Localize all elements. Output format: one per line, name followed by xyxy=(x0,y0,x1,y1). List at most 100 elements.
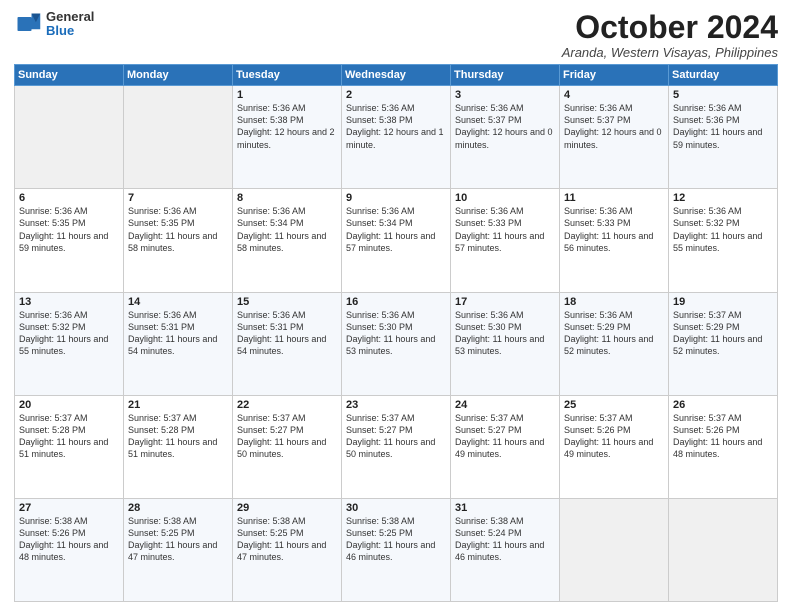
day-info: Sunrise: 5:36 AMSunset: 5:38 PMDaylight:… xyxy=(237,102,337,151)
calendar-cell: 2Sunrise: 5:36 AMSunset: 5:38 PMDaylight… xyxy=(342,86,451,189)
calendar-cell: 27Sunrise: 5:38 AMSunset: 5:26 PMDayligh… xyxy=(15,498,124,601)
day-info: Sunrise: 5:37 AMSunset: 5:27 PMDaylight:… xyxy=(237,412,337,461)
calendar-cell: 13Sunrise: 5:36 AMSunset: 5:32 PMDayligh… xyxy=(15,292,124,395)
day-number: 7 xyxy=(128,192,228,204)
calendar-cell: 26Sunrise: 5:37 AMSunset: 5:26 PMDayligh… xyxy=(669,395,778,498)
calendar-cell: 3Sunrise: 5:36 AMSunset: 5:37 PMDaylight… xyxy=(451,86,560,189)
day-info: Sunrise: 5:36 AMSunset: 5:34 PMDaylight:… xyxy=(346,205,446,254)
weekday-header: Sunday xyxy=(15,65,124,86)
calendar-cell: 18Sunrise: 5:36 AMSunset: 5:29 PMDayligh… xyxy=(560,292,669,395)
day-number: 9 xyxy=(346,192,446,204)
day-number: 18 xyxy=(564,296,664,308)
day-info: Sunrise: 5:36 AMSunset: 5:33 PMDaylight:… xyxy=(564,205,664,254)
day-info: Sunrise: 5:36 AMSunset: 5:36 PMDaylight:… xyxy=(673,102,773,151)
weekday-header: Thursday xyxy=(451,65,560,86)
day-number: 25 xyxy=(564,399,664,411)
weekday-header: Wednesday xyxy=(342,65,451,86)
day-info: Sunrise: 5:36 AMSunset: 5:34 PMDaylight:… xyxy=(237,205,337,254)
weekday-header: Saturday xyxy=(669,65,778,86)
calendar-cell: 31Sunrise: 5:38 AMSunset: 5:24 PMDayligh… xyxy=(451,498,560,601)
day-info: Sunrise: 5:36 AMSunset: 5:32 PMDaylight:… xyxy=(673,205,773,254)
calendar-cell: 10Sunrise: 5:36 AMSunset: 5:33 PMDayligh… xyxy=(451,189,560,292)
calendar-cell: 4Sunrise: 5:36 AMSunset: 5:37 PMDaylight… xyxy=(560,86,669,189)
calendar-cell: 20Sunrise: 5:37 AMSunset: 5:28 PMDayligh… xyxy=(15,395,124,498)
day-number: 3 xyxy=(455,89,555,101)
calendar-cell: 15Sunrise: 5:36 AMSunset: 5:31 PMDayligh… xyxy=(233,292,342,395)
weekday-header: Monday xyxy=(124,65,233,86)
day-info: Sunrise: 5:36 AMSunset: 5:29 PMDaylight:… xyxy=(564,309,664,358)
day-info: Sunrise: 5:37 AMSunset: 5:26 PMDaylight:… xyxy=(564,412,664,461)
calendar-cell: 23Sunrise: 5:37 AMSunset: 5:27 PMDayligh… xyxy=(342,395,451,498)
calendar-cell xyxy=(560,498,669,601)
title-block: October 2024 Aranda, Western Visayas, Ph… xyxy=(562,10,778,60)
day-number: 29 xyxy=(237,502,337,514)
calendar-cell: 25Sunrise: 5:37 AMSunset: 5:26 PMDayligh… xyxy=(560,395,669,498)
calendar-week-row: 13Sunrise: 5:36 AMSunset: 5:32 PMDayligh… xyxy=(15,292,778,395)
day-number: 23 xyxy=(346,399,446,411)
day-info: Sunrise: 5:36 AMSunset: 5:35 PMDaylight:… xyxy=(19,205,119,254)
day-number: 11 xyxy=(564,192,664,204)
logo-general: General xyxy=(46,10,94,24)
day-info: Sunrise: 5:36 AMSunset: 5:30 PMDaylight:… xyxy=(346,309,446,358)
day-number: 10 xyxy=(455,192,555,204)
day-info: Sunrise: 5:37 AMSunset: 5:28 PMDaylight:… xyxy=(128,412,228,461)
day-number: 12 xyxy=(673,192,773,204)
day-info: Sunrise: 5:36 AMSunset: 5:35 PMDaylight:… xyxy=(128,205,228,254)
day-info: Sunrise: 5:38 AMSunset: 5:25 PMDaylight:… xyxy=(237,515,337,564)
day-number: 22 xyxy=(237,399,337,411)
logo-blue: Blue xyxy=(46,24,94,38)
day-number: 24 xyxy=(455,399,555,411)
calendar-cell: 28Sunrise: 5:38 AMSunset: 5:25 PMDayligh… xyxy=(124,498,233,601)
day-info: Sunrise: 5:38 AMSunset: 5:26 PMDaylight:… xyxy=(19,515,119,564)
day-number: 13 xyxy=(19,296,119,308)
logo-text: General Blue xyxy=(46,10,94,39)
calendar-cell: 7Sunrise: 5:36 AMSunset: 5:35 PMDaylight… xyxy=(124,189,233,292)
day-info: Sunrise: 5:36 AMSunset: 5:30 PMDaylight:… xyxy=(455,309,555,358)
calendar-header-row: SundayMondayTuesdayWednesdayThursdayFrid… xyxy=(15,65,778,86)
calendar-cell: 8Sunrise: 5:36 AMSunset: 5:34 PMDaylight… xyxy=(233,189,342,292)
calendar-cell xyxy=(15,86,124,189)
day-info: Sunrise: 5:36 AMSunset: 5:32 PMDaylight:… xyxy=(19,309,119,358)
calendar-cell: 1Sunrise: 5:36 AMSunset: 5:38 PMDaylight… xyxy=(233,86,342,189)
calendar-week-row: 20Sunrise: 5:37 AMSunset: 5:28 PMDayligh… xyxy=(15,395,778,498)
day-number: 1 xyxy=(237,89,337,101)
day-number: 26 xyxy=(673,399,773,411)
day-info: Sunrise: 5:36 AMSunset: 5:33 PMDaylight:… xyxy=(455,205,555,254)
day-info: Sunrise: 5:36 AMSunset: 5:31 PMDaylight:… xyxy=(237,309,337,358)
day-number: 27 xyxy=(19,502,119,514)
day-info: Sunrise: 5:38 AMSunset: 5:25 PMDaylight:… xyxy=(346,515,446,564)
day-number: 28 xyxy=(128,502,228,514)
day-info: Sunrise: 5:36 AMSunset: 5:38 PMDaylight:… xyxy=(346,102,446,151)
day-info: Sunrise: 5:36 AMSunset: 5:37 PMDaylight:… xyxy=(564,102,664,151)
calendar-week-row: 1Sunrise: 5:36 AMSunset: 5:38 PMDaylight… xyxy=(15,86,778,189)
calendar-cell: 19Sunrise: 5:37 AMSunset: 5:29 PMDayligh… xyxy=(669,292,778,395)
day-info: Sunrise: 5:37 AMSunset: 5:28 PMDaylight:… xyxy=(19,412,119,461)
day-info: Sunrise: 5:38 AMSunset: 5:24 PMDaylight:… xyxy=(455,515,555,564)
calendar-cell: 24Sunrise: 5:37 AMSunset: 5:27 PMDayligh… xyxy=(451,395,560,498)
logo: General Blue xyxy=(14,10,94,39)
day-number: 21 xyxy=(128,399,228,411)
day-number: 14 xyxy=(128,296,228,308)
day-info: Sunrise: 5:38 AMSunset: 5:25 PMDaylight:… xyxy=(128,515,228,564)
calendar-page: General Blue October 2024 Aranda, Wester… xyxy=(0,0,792,612)
day-number: 6 xyxy=(19,192,119,204)
day-info: Sunrise: 5:37 AMSunset: 5:29 PMDaylight:… xyxy=(673,309,773,358)
day-info: Sunrise: 5:36 AMSunset: 5:37 PMDaylight:… xyxy=(455,102,555,151)
page-header: General Blue October 2024 Aranda, Wester… xyxy=(14,10,778,60)
calendar-cell: 29Sunrise: 5:38 AMSunset: 5:25 PMDayligh… xyxy=(233,498,342,601)
weekday-header: Tuesday xyxy=(233,65,342,86)
calendar-cell: 12Sunrise: 5:36 AMSunset: 5:32 PMDayligh… xyxy=(669,189,778,292)
calendar-week-row: 27Sunrise: 5:38 AMSunset: 5:26 PMDayligh… xyxy=(15,498,778,601)
logo-icon xyxy=(14,10,42,38)
calendar-cell: 17Sunrise: 5:36 AMSunset: 5:30 PMDayligh… xyxy=(451,292,560,395)
day-number: 31 xyxy=(455,502,555,514)
month-title: October 2024 xyxy=(562,10,778,45)
calendar-cell xyxy=(124,86,233,189)
day-number: 19 xyxy=(673,296,773,308)
day-number: 20 xyxy=(19,399,119,411)
calendar-cell xyxy=(669,498,778,601)
calendar-cell: 6Sunrise: 5:36 AMSunset: 5:35 PMDaylight… xyxy=(15,189,124,292)
location-subtitle: Aranda, Western Visayas, Philippines xyxy=(562,45,778,60)
day-info: Sunrise: 5:37 AMSunset: 5:27 PMDaylight:… xyxy=(455,412,555,461)
calendar-cell: 21Sunrise: 5:37 AMSunset: 5:28 PMDayligh… xyxy=(124,395,233,498)
